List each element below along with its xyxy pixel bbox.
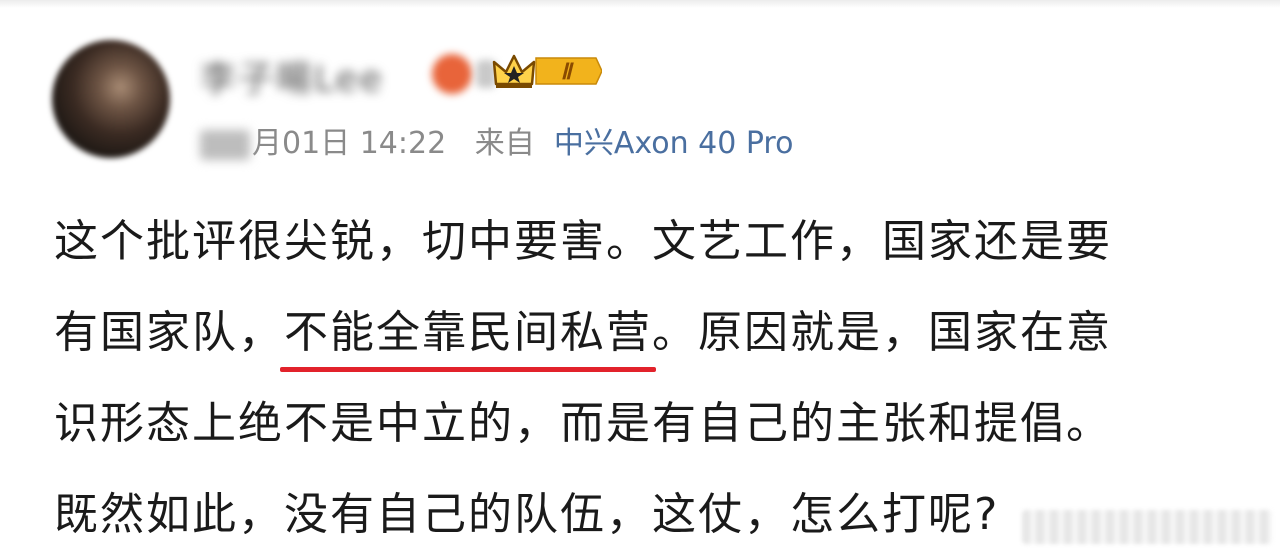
top-divider <box>0 0 1280 8</box>
post-line-2: 有国家队，不能全靠民间私营。原因就是，国家在意 <box>54 287 1254 378</box>
timestamp: 月01日 14:22 <box>252 126 447 161</box>
crown-level-badge-icon[interactable]: Ⅱ <box>492 50 602 92</box>
weibo-post-screenshot: 李子暘Lee Ⅱ 月01日 14:22 来自 中兴Axon 40 Pro 这个批… <box>0 0 1280 552</box>
post-line-3: 识形态上绝不是中立的，而是有自己的主张和提倡。 <box>54 398 1112 449</box>
source-prefix: 来自 <box>474 126 535 161</box>
author-name[interactable]: 李子暘Lee <box>200 50 384 102</box>
post-body: 这个批评很尖锐，切中要害。文艺工作，国家还是要 有国家队，不能全靠民间私营。原因… <box>54 196 1254 552</box>
avatar[interactable] <box>52 40 170 158</box>
verified-icon <box>432 54 472 94</box>
watermark <box>1022 510 1272 544</box>
post-line-2-end: 。原因就是，国家在意 <box>652 307 1112 358</box>
blurred-date <box>200 129 250 160</box>
device-link[interactable]: 中兴Axon 40 Pro <box>554 126 794 161</box>
post-meta: 月01日 14:22 来自 中兴Axon 40 Pro <box>200 118 793 162</box>
highlighted-phrase: 不能全靠民间私营 <box>280 287 656 378</box>
post-line-1: 这个批评很尖锐，切中要害。文艺工作，国家还是要 <box>54 216 1112 267</box>
post-line-2-start: 有国家队， <box>54 307 284 358</box>
